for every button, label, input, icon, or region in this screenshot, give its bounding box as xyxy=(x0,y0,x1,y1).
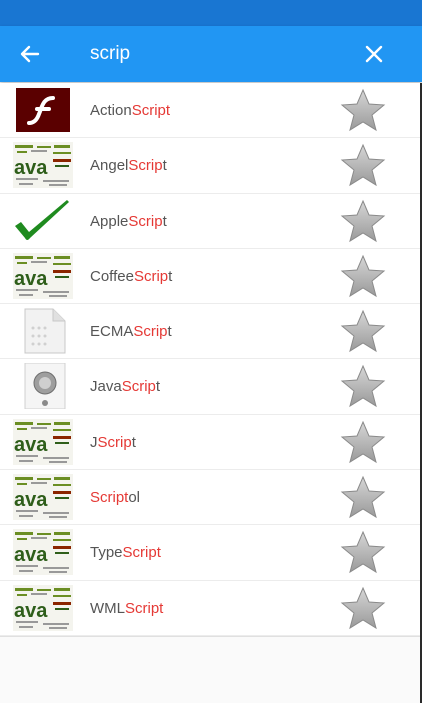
list-item[interactable]: ava CoffeeScript xyxy=(0,248,422,305)
match-highlight: Script xyxy=(122,544,161,562)
language-name: AppleScript xyxy=(90,194,167,249)
search-toolbar: scrip xyxy=(0,26,422,82)
name-suffix: t xyxy=(162,157,167,175)
list-item[interactable]: ActionScript xyxy=(0,83,422,139)
search-input[interactable]: scrip xyxy=(90,26,130,82)
name-prefix: WML xyxy=(90,599,125,617)
favorite-star-icon[interactable] xyxy=(340,586,386,630)
clear-search-button[interactable] xyxy=(354,34,394,74)
match-highlight: Scrip xyxy=(121,378,156,396)
language-name: ActionScript xyxy=(90,83,170,138)
java-wordcloud-icon: ava xyxy=(13,418,73,465)
language-name: ECMAScript xyxy=(90,304,172,359)
name-prefix: Action xyxy=(90,102,132,119)
favorite-star-icon[interactable] xyxy=(340,88,386,132)
name-prefix: Angel xyxy=(90,157,129,175)
list-item[interactable]: ava Scriptol xyxy=(0,470,422,526)
favorite-star-icon[interactable] xyxy=(340,199,386,243)
list-item[interactable]: ava TypeScript xyxy=(0,525,422,581)
match-highlight: Script xyxy=(90,489,129,507)
svg-text:ava: ava xyxy=(14,600,48,622)
name-prefix: Coffee xyxy=(90,267,134,285)
favorite-star-icon[interactable] xyxy=(340,420,386,464)
name-suffix: t xyxy=(162,212,167,230)
back-button[interactable] xyxy=(10,34,50,74)
list-item[interactable]: ECMAScript xyxy=(0,304,422,360)
match-highlight: Scrip xyxy=(128,157,163,175)
checkmark-icon xyxy=(13,198,73,244)
svg-text:ava: ava xyxy=(14,489,48,511)
name-suffix: t xyxy=(131,433,136,451)
speaker-icon xyxy=(13,363,73,410)
language-name: TypeScript xyxy=(90,525,161,580)
language-name: AngelScript xyxy=(90,138,167,193)
name-prefix: Java xyxy=(90,378,122,396)
name-suffix: t xyxy=(155,378,161,396)
status-bar xyxy=(0,0,422,26)
language-name: JavaScript xyxy=(90,359,160,414)
svg-text:ava: ava xyxy=(14,268,48,290)
java-wordcloud-icon: ava xyxy=(13,474,73,521)
match-highlight: Script xyxy=(131,102,171,119)
favorite-star-icon[interactable] xyxy=(340,364,386,408)
list-item[interactable]: JavaScript xyxy=(0,359,422,415)
close-icon xyxy=(365,45,383,63)
java-wordcloud-icon: ava xyxy=(13,584,73,631)
language-name: CoffeeScript xyxy=(90,249,172,304)
name-prefix: J xyxy=(90,433,98,451)
svg-text:ava: ava xyxy=(14,544,48,566)
flash-icon xyxy=(13,87,73,133)
match-highlight: Scrip xyxy=(128,212,163,230)
name-prefix: Apple xyxy=(90,212,129,230)
favorite-star-icon[interactable] xyxy=(340,143,386,187)
favorite-star-icon[interactable] xyxy=(340,475,386,519)
document-icon xyxy=(13,308,73,354)
java-wordcloud-icon: ava xyxy=(13,142,73,189)
name-prefix: ECMA xyxy=(90,323,134,341)
list-item[interactable]: ava WMLScript xyxy=(0,580,422,636)
favorite-star-icon[interactable] xyxy=(340,254,386,298)
match-highlight: Scrip xyxy=(133,267,169,285)
list-divider xyxy=(0,636,422,637)
list-item[interactable]: ava JScript xyxy=(0,414,422,471)
match-highlight: Scrip xyxy=(97,433,132,451)
match-highlight: Script xyxy=(125,599,164,617)
java-wordcloud-icon: ava xyxy=(13,529,73,576)
svg-text:ava: ava xyxy=(14,157,48,179)
favorite-star-icon[interactable] xyxy=(340,309,386,353)
search-results-list: ActionScript ava AngelScript AppleScript… xyxy=(0,83,422,636)
name-suffix: t xyxy=(168,267,173,285)
language-name: JScript xyxy=(90,415,136,470)
name-suffix: ol xyxy=(128,489,141,507)
name-prefix: Type xyxy=(90,544,123,562)
name-suffix: t xyxy=(167,323,172,341)
match-highlight: Scrip xyxy=(133,323,168,341)
svg-text:ava: ava xyxy=(14,434,48,456)
list-item[interactable]: AppleScript xyxy=(0,193,422,249)
list-item[interactable]: ava AngelScript xyxy=(0,138,422,194)
language-name: Scriptol xyxy=(90,470,140,525)
favorite-star-icon[interactable] xyxy=(340,530,386,574)
arrow-back-icon xyxy=(20,45,40,63)
java-wordcloud-icon: ava xyxy=(13,252,73,299)
language-name: WMLScript xyxy=(90,581,163,636)
